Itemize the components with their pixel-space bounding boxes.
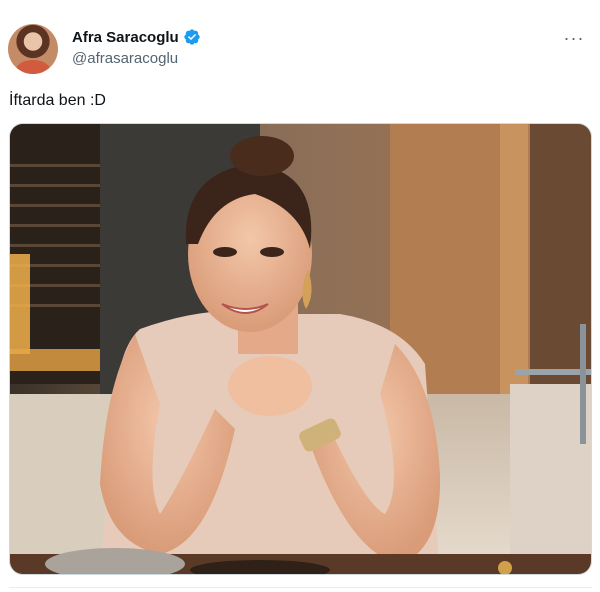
more-options-icon[interactable]: ··· <box>560 24 588 52</box>
author-handle[interactable]: @afrasaracoglu <box>72 50 178 67</box>
tweet-card[interactable]: Afra Saracoglu @afrasaracoglu ··· İftard… <box>0 0 600 591</box>
author-display-name[interactable]: Afra Saracoglu <box>72 29 179 46</box>
author-name-row: Afra Saracoglu <box>72 28 201 46</box>
tweet-text: İftarda ben :D <box>9 92 106 109</box>
verified-badge-icon <box>183 28 201 46</box>
author-avatar[interactable] <box>8 24 58 74</box>
tweet-media-photo[interactable] <box>9 123 592 575</box>
avatar-shoulders <box>16 60 50 74</box>
card-bottom-divider <box>9 587 592 592</box>
